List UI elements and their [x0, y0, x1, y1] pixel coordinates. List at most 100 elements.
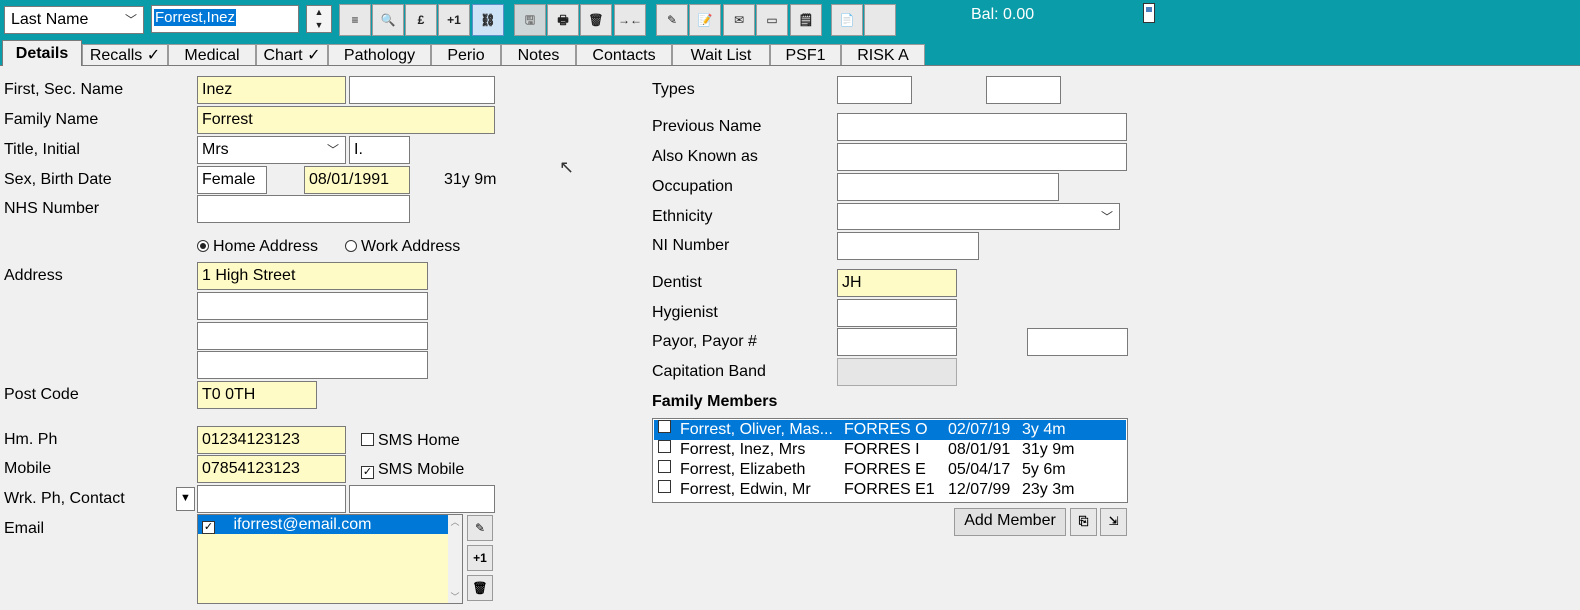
- family-member-row[interactable]: Forrest, Oliver, Mas... FORRES O 02/07/1…: [654, 420, 1126, 440]
- home-phone-label: Hm. Ph: [4, 431, 58, 448]
- tab-risk-a[interactable]: RISK A: [841, 44, 925, 66]
- address-line-3-field[interactable]: [197, 322, 428, 350]
- address-line-2-field[interactable]: [197, 292, 428, 320]
- work-phone-field[interactable]: [197, 485, 346, 513]
- checkbox-unchecked-icon[interactable]: [658, 440, 671, 453]
- toolbar-button-search[interactable]: 🔍: [372, 4, 404, 36]
- search-field-select[interactable]: Last Name ﹀: [4, 6, 144, 34]
- mouse-cursor-icon: ↖: [559, 157, 575, 177]
- nhs-number-label: NHS Number: [4, 200, 100, 217]
- search-input[interactable]: Forrest,Inez: [151, 5, 299, 33]
- tab-wait-list[interactable]: Wait List: [672, 44, 770, 66]
- tab-recalls[interactable]: Recalls ✓: [82, 44, 168, 66]
- tab-psf1[interactable]: PSF1: [770, 44, 841, 66]
- birth-date-value: 08/01/1991: [309, 171, 390, 188]
- types-field-1[interactable]: [837, 76, 912, 104]
- types-field-2[interactable]: [986, 76, 1061, 104]
- work-address-radio[interactable]: Work Address: [345, 238, 460, 256]
- email-delete-button[interactable]: 🗑: [467, 575, 493, 601]
- checkbox-unchecked-icon[interactable]: [658, 420, 671, 433]
- sex-field[interactable]: Female: [197, 166, 267, 194]
- home-address-radio[interactable]: Home Address: [197, 238, 318, 256]
- toolbar-button-plus-one[interactable]: +1: [438, 4, 470, 36]
- family-member-row[interactable]: Forrest, Inez, Mrs FORRES I 08/01/91 31y…: [654, 440, 1126, 460]
- dentist-field[interactable]: JH: [837, 269, 957, 297]
- search-spinner[interactable]: ▲ ▼: [306, 5, 332, 33]
- tab-notes[interactable]: Notes: [501, 44, 576, 66]
- spin-down-icon[interactable]: ▼: [307, 19, 331, 32]
- toolbar-button-blank[interactable]: [864, 4, 896, 36]
- checkbox-unchecked-icon: [361, 433, 374, 446]
- toolbar-button-documents[interactable]: 📄: [831, 4, 863, 36]
- post-code-field[interactable]: T0 0TH: [197, 381, 317, 409]
- phone-device-icon[interactable]: [1143, 3, 1155, 23]
- toolbar-button-pen[interactable]: ✎: [656, 4, 688, 36]
- family-member-row[interactable]: Forrest, Elizabeth FORRES E 05/04/17 5y …: [654, 460, 1126, 480]
- email-list-scrollbar[interactable]: ︿ ﹀: [448, 515, 462, 603]
- family-action-button-2[interactable]: ⇲: [1100, 508, 1127, 536]
- tab-perio[interactable]: Perio: [431, 44, 501, 66]
- document-export-icon: ⇲: [1108, 514, 1119, 528]
- spin-up-icon[interactable]: ▲: [307, 6, 331, 19]
- home-phone-field[interactable]: 01234123123: [197, 426, 346, 454]
- sms-home-checkbox[interactable]: SMS Home: [361, 432, 460, 450]
- add-member-button[interactable]: Add Member: [954, 508, 1066, 536]
- address-line-1-field[interactable]: 1 High Street: [197, 262, 428, 290]
- toolbar-button-align[interactable]: ≡: [339, 4, 371, 36]
- capitation-band-label: Capitation Band: [652, 363, 766, 380]
- checkbox-unchecked-icon[interactable]: [658, 480, 671, 493]
- sms-mobile-checkbox[interactable]: ✓ SMS Mobile: [361, 461, 464, 479]
- scroll-down-icon[interactable]: ﹀: [448, 590, 462, 603]
- title-select[interactable]: Mrs ﹀: [197, 136, 346, 164]
- tab-chart[interactable]: Chart ✓: [256, 44, 328, 66]
- contact-field[interactable]: [349, 485, 495, 513]
- payor-number-field[interactable]: [1027, 328, 1128, 356]
- toolbar-button-mail[interactable]: ✉: [723, 4, 755, 36]
- toolbar-button-note[interactable]: 🗒: [790, 4, 822, 36]
- ni-number-field[interactable]: [837, 232, 979, 260]
- tab-details[interactable]: Details: [2, 40, 82, 66]
- email-list-item[interactable]: ✓ iforrest@email.com: [198, 515, 452, 534]
- checkbox-checked-icon[interactable]: ✓: [202, 521, 215, 534]
- nhs-number-field[interactable]: [197, 195, 410, 223]
- tab-contacts[interactable]: Contacts: [576, 44, 672, 66]
- toolbar-button-card[interactable]: ▭: [756, 4, 788, 36]
- toolbar-button-merge[interactable]: →←: [614, 4, 646, 36]
- email-list[interactable]: ✓ iforrest@email.com ︿ ﹀: [197, 514, 463, 604]
- ethnicity-label: Ethnicity: [652, 208, 713, 225]
- payor-field[interactable]: [837, 328, 957, 356]
- tab-medical[interactable]: Medical: [168, 44, 256, 66]
- email-edit-button[interactable]: ✎: [467, 515, 493, 541]
- first-name-field[interactable]: Inez: [197, 76, 346, 104]
- tab-chart-label: Chart ✓: [263, 47, 321, 64]
- tab-pathology[interactable]: Pathology: [328, 44, 431, 66]
- second-name-field[interactable]: [349, 76, 495, 104]
- also-known-as-field[interactable]: [837, 143, 1127, 171]
- occupation-field[interactable]: [837, 173, 1059, 201]
- family-member-age: 3y 4m: [1022, 421, 1066, 438]
- address-line-4-field[interactable]: [197, 351, 428, 379]
- previous-name-field[interactable]: [837, 113, 1127, 141]
- toolbar-button-pound[interactable]: £: [405, 4, 437, 36]
- toolbar-button-save[interactable]: 🖫: [514, 4, 546, 36]
- toolbar-button-document-edit[interactable]: 📝: [689, 4, 721, 36]
- initial-field[interactable]: I.: [349, 136, 410, 164]
- pen-icon: ✎: [666, 13, 678, 27]
- family-members-list[interactable]: Forrest, Oliver, Mas... FORRES O 02/07/1…: [652, 418, 1128, 503]
- ethnicity-select[interactable]: ﹀: [837, 203, 1120, 230]
- hygienist-field[interactable]: [837, 299, 957, 327]
- scroll-up-icon[interactable]: ︿: [448, 515, 462, 528]
- tab-perio-label: Perio: [447, 47, 485, 64]
- work-phone-dropdown[interactable]: ▼: [176, 487, 195, 511]
- toolbar-button-print[interactable]: 🖶: [547, 4, 579, 36]
- checkbox-unchecked-icon[interactable]: [658, 460, 671, 473]
- toolbar-button-link[interactable]: ⛓: [472, 4, 504, 36]
- email-add-button[interactable]: +1: [467, 545, 493, 571]
- family-name-field[interactable]: Forrest: [197, 106, 495, 134]
- toolbar-button-delete[interactable]: 🗑: [580, 4, 612, 36]
- birth-date-field[interactable]: 08/01/1991: [304, 166, 410, 194]
- home-phone-value: 01234123123: [202, 431, 300, 448]
- family-member-row[interactable]: Forrest, Edwin, Mr FORRES E1 12/07/99 23…: [654, 480, 1126, 500]
- family-action-button-1[interactable]: ⎘: [1070, 508, 1097, 536]
- mobile-field[interactable]: 07854123123: [197, 455, 346, 483]
